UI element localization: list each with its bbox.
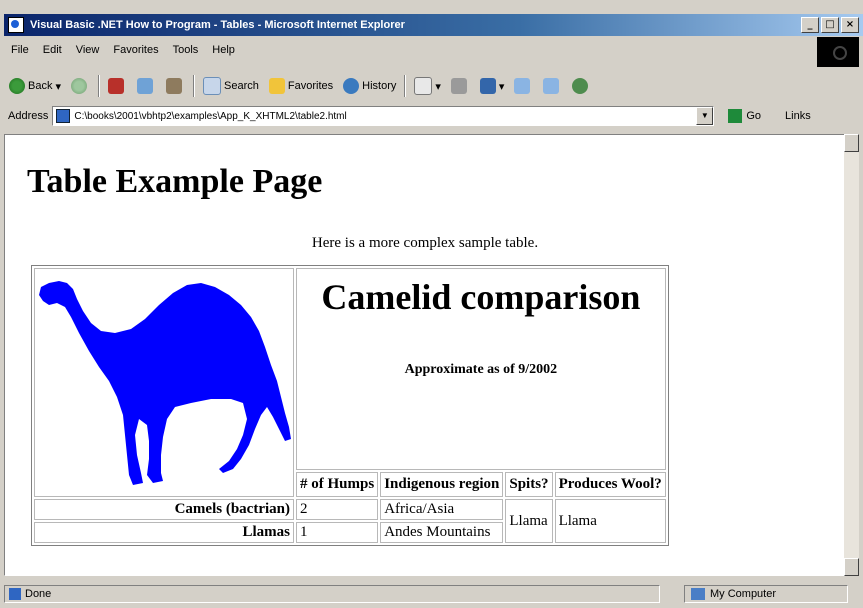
title-bar: Visual Basic .NET How to Program - Table… [4, 14, 863, 36]
menu-help[interactable]: Help [205, 44, 242, 56]
toolbar-separator [98, 75, 101, 97]
camel-image [39, 281, 291, 485]
home-button[interactable] [161, 78, 190, 94]
scroll-down-button[interactable] [844, 558, 859, 576]
back-label: Back [28, 80, 53, 92]
history-icon [343, 78, 360, 94]
header-humps: # of Humps [296, 472, 379, 497]
address-url[interactable]: C:\books\2001\vbhtp2\examples\App_K_XHTM… [74, 111, 346, 122]
go-button[interactable]: Go [728, 109, 761, 123]
toolbar-separator [193, 75, 196, 97]
maximize-button[interactable]: □ [821, 17, 839, 33]
discuss-button[interactable] [509, 78, 538, 94]
history-button[interactable]: History [338, 78, 401, 94]
links-button[interactable]: Links [785, 110, 811, 122]
research-button[interactable] [538, 78, 567, 94]
vertical-scrollbar[interactable] [844, 134, 859, 576]
camel-silhouette [39, 281, 291, 485]
page-heading: Table Example Page [27, 163, 323, 200]
menu-bar: File Edit View Favorites Tools Help [4, 40, 814, 60]
messenger-button[interactable] [567, 78, 596, 94]
header-region: Indigenous region [380, 472, 504, 497]
stop-icon [108, 78, 125, 94]
go-arrow-icon [728, 109, 743, 123]
menu-file[interactable]: File [4, 44, 36, 56]
camelid-table: Camelid comparison Approximate as of 9/2… [31, 265, 669, 546]
go-label: Go [746, 110, 762, 122]
menu-favorites[interactable]: Favorites [106, 44, 165, 56]
minimize-button[interactable]: _ [801, 17, 819, 33]
mail-icon [414, 77, 433, 95]
caption-cell: Camelid comparison Approximate as of 9/2… [296, 268, 666, 471]
home-icon [166, 78, 183, 94]
edit-icon [479, 78, 496, 94]
scroll-up-button[interactable] [844, 134, 859, 152]
ie-logo-throbber [817, 37, 859, 67]
print-icon [450, 78, 467, 94]
close-button[interactable]: × [841, 17, 859, 33]
favorites-label: Favorites [287, 80, 334, 92]
menu-edit[interactable]: Edit [36, 44, 69, 56]
edit-button[interactable]: ▾ [475, 78, 510, 94]
history-label: History [362, 80, 397, 92]
discuss-icon [514, 78, 531, 94]
refresh-icon [137, 78, 154, 94]
ie-app-icon[interactable] [8, 17, 24, 33]
search-label: Search [224, 80, 259, 92]
research-icon [543, 78, 560, 94]
window-controls: _ □ × [801, 17, 859, 33]
favorites-button[interactable]: Favorites [264, 78, 338, 94]
status-bar: Done My Computer [4, 584, 859, 604]
toolbar-separator [404, 75, 407, 97]
search-icon [203, 77, 222, 95]
security-zone-panel: My Computer [684, 585, 848, 603]
messenger-icon [572, 78, 589, 94]
browser-window: Visual Basic .NET How to Program - Table… [0, 0, 863, 608]
address-input[interactable]: C:\books\2001\vbhtp2\examples\App_K_XHTM… [52, 106, 715, 126]
status-text: Done [25, 588, 52, 600]
stop-button[interactable] [103, 78, 132, 94]
address-bar: Address C:\books\2001\vbhtp2\examples\Ap… [4, 104, 859, 128]
zone-text: My Computer [710, 588, 777, 600]
menu-view[interactable]: View [69, 44, 107, 56]
window-title: Visual Basic .NET How to Program - Table… [30, 19, 405, 31]
intro-text: Here is a more complex sample table. [311, 235, 539, 251]
table-caption-title: Camelid comparison [321, 277, 641, 317]
print-button[interactable] [446, 78, 475, 94]
wool-cell: Llama [554, 499, 666, 543]
row-name: Llamas [34, 522, 294, 543]
spits-cell: Llama [505, 499, 553, 543]
header-wool: Produces Wool? [554, 472, 666, 497]
camel-image-cell [34, 268, 294, 497]
row-region: Africa/Asia [380, 499, 504, 520]
table-row: Camels (bactrian) 2 Africa/Asia Llama Ll… [34, 499, 666, 543]
table-caption-subtitle: Approximate as of 9/2002 [404, 362, 558, 377]
page-icon [56, 109, 71, 123]
address-dropdown-icon[interactable]: ▼ [696, 107, 714, 125]
standard-toolbar: Back ▾ Search Favorites History ▾ ▾ [4, 70, 859, 102]
page-content: Table Example Page Here is a more comple… [4, 134, 846, 576]
row-name: Camels (bactrian) [34, 499, 294, 520]
header-spits: Spits? [505, 472, 553, 497]
forward-button[interactable] [66, 78, 95, 94]
search-button[interactable]: Search [198, 77, 264, 95]
back-arrow-icon [9, 78, 25, 94]
mail-button[interactable]: ▾ [409, 77, 446, 95]
status-text-panel: Done [4, 585, 660, 603]
back-dropdown-icon[interactable]: ▾ [52, 80, 62, 93]
refresh-button[interactable] [132, 78, 161, 94]
address-label: Address [8, 110, 49, 122]
back-button[interactable]: Back ▾ [4, 78, 66, 94]
row-humps: 2 [296, 499, 379, 520]
forward-arrow-icon [71, 78, 88, 94]
computer-icon [691, 588, 705, 600]
row-region: Andes Mountains [380, 522, 504, 543]
menu-tools[interactable]: Tools [166, 44, 206, 56]
row-humps: 1 [296, 522, 379, 543]
page-done-icon [9, 588, 21, 600]
favorites-icon [268, 78, 285, 94]
